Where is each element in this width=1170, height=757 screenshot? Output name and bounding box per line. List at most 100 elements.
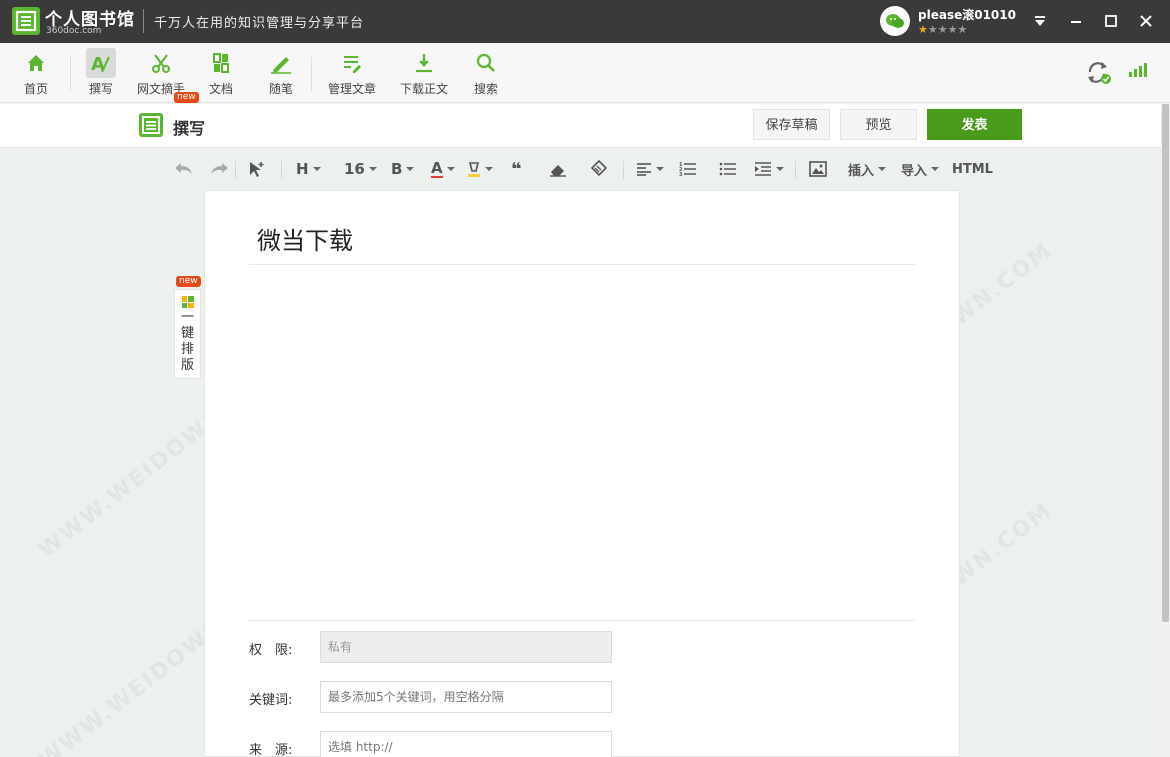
highlight-dropdown[interactable] — [467, 157, 493, 181]
chevron-down-icon — [656, 167, 664, 171]
html-button[interactable]: HTML — [952, 157, 993, 181]
star-icon: ★ — [957, 23, 968, 36]
format-divider — [235, 161, 236, 179]
main-toolbar: 首页 A 撰写 网文摘手 new 文档 随笔 管理文章 下载正文 搜索 — [0, 43, 1170, 103]
maximize-icon[interactable] — [1101, 11, 1121, 31]
format-divider — [795, 161, 796, 179]
format-painter-icon[interactable] — [589, 157, 607, 181]
typeset-icon — [181, 296, 194, 308]
toolbar-label: 下载正文 — [399, 82, 448, 96]
chevron-down-icon — [446, 167, 455, 171]
menu-dropdown-icon[interactable] — [1030, 11, 1050, 31]
font-size-dropdown[interactable]: 16 — [344, 157, 377, 181]
page-title: 撰写 — [173, 119, 206, 138]
preview-button[interactable]: 预览 — [840, 109, 917, 140]
minimize-icon[interactable] — [1066, 11, 1086, 31]
insert-dropdown[interactable]: 插入 — [848, 157, 887, 181]
chevron-down-icon — [485, 167, 493, 171]
redo-icon[interactable] — [209, 157, 229, 181]
chevron-down-icon — [368, 167, 377, 171]
chevron-down-icon — [312, 167, 321, 171]
eraser-icon[interactable] — [549, 157, 567, 181]
star-icon: ★ — [937, 23, 948, 36]
document-title[interactable]: 微当下载 — [257, 221, 353, 256]
save-draft-button[interactable]: 保存草稿 — [753, 109, 830, 140]
toolbar-label: 随笔 — [268, 82, 293, 96]
signal-strength-icon — [1128, 62, 1148, 81]
format-toolbar: H 16 B A ❝ 123 插入 导入 HTML — [0, 150, 1161, 311]
indent-dropdown[interactable] — [754, 157, 784, 181]
home-icon — [21, 48, 51, 78]
scissors-icon — [146, 48, 176, 78]
publish-button[interactable]: 发表 — [927, 109, 1022, 140]
close-icon[interactable] — [1136, 11, 1156, 31]
source-label: 来 源: — [249, 743, 293, 757]
sync-icon[interactable] — [1086, 60, 1114, 89]
font-color-dropdown[interactable]: A — [431, 157, 455, 181]
image-icon[interactable] — [809, 157, 827, 181]
align-left-icon — [637, 163, 651, 176]
permission-field[interactable]: 私有 — [320, 631, 612, 663]
manage-articles-icon — [337, 48, 367, 78]
svg-text:3: 3 — [679, 172, 683, 177]
toolbar-document-button[interactable]: 文档 — [191, 48, 251, 98]
keywords-label: 关键词: — [249, 693, 293, 708]
source-input[interactable]: 选填 http:// — [320, 731, 612, 757]
chevron-down-icon — [931, 167, 940, 171]
star-icon: ★ — [918, 23, 928, 36]
one-click-typeset-label: 一键排版 — [180, 310, 194, 373]
align-dropdown[interactable] — [636, 157, 664, 181]
write-icon: A — [86, 48, 116, 78]
undo-icon[interactable] — [174, 157, 194, 181]
unordered-list-icon[interactable] — [719, 157, 737, 181]
user-rating: ★★★★★ — [918, 23, 967, 36]
toolbar-home-button[interactable]: 首页 — [6, 48, 66, 98]
username[interactable]: please滚01010 — [918, 6, 1016, 23]
star-icon: ★ — [947, 23, 958, 36]
document-icon — [206, 48, 236, 78]
quote-icon[interactable]: ❝ — [511, 157, 522, 181]
toolbar-label: 撰写 — [88, 82, 113, 96]
ordered-list-icon[interactable]: 123 — [679, 157, 697, 181]
write-header: 撰写 保存草稿 预览 发表 — [0, 104, 1161, 148]
search-icon — [471, 48, 501, 78]
body-divider — [249, 620, 915, 621]
one-click-typeset-button[interactable]: 一键排版 — [174, 289, 201, 379]
indent-icon — [755, 162, 771, 176]
toolbar-write-button[interactable]: A 撰写 — [71, 48, 131, 98]
scrollbar-thumb[interactable] — [1162, 104, 1169, 622]
highlighter-icon — [468, 162, 480, 177]
toolbar-divider — [311, 57, 312, 91]
import-label: 导入 — [901, 163, 928, 179]
font-size-value: 16 — [344, 160, 365, 178]
format-divider — [281, 161, 282, 179]
permission-label: 权 限: — [249, 643, 293, 658]
toolbar-clipper-button[interactable]: 网文摘手 — [131, 48, 191, 98]
chevron-down-icon — [776, 167, 784, 171]
app-slogan: 千万人在用的知识管理与分享平台 — [154, 16, 365, 31]
title-divider — [143, 9, 144, 33]
title-divider — [249, 264, 915, 265]
toolbar-label: 首页 — [23, 82, 48, 96]
write-logo-icon — [139, 113, 163, 137]
import-dropdown[interactable]: 导入 — [901, 157, 940, 181]
toolbar-notes-button[interactable]: 随笔 — [251, 48, 311, 98]
select-cursor-icon[interactable] — [248, 157, 266, 181]
pen-icon — [266, 48, 296, 78]
toolbar-search-button[interactable]: 搜索 — [456, 48, 516, 98]
font-color-icon: A — [431, 159, 443, 178]
title-bar: 个人图书馆 360doc.com 千万人在用的知识管理与分享平台 please滚… — [0, 0, 1170, 43]
toolbar-download-button[interactable]: 下载正文 — [394, 48, 454, 98]
bold-dropdown[interactable]: B — [391, 157, 415, 181]
toolbar-label: 文档 — [208, 82, 233, 96]
heading-dropdown[interactable]: H — [296, 157, 321, 181]
download-icon — [409, 48, 439, 78]
keywords-input[interactable]: 最多添加5个关键词，用空格分隔 — [320, 681, 612, 713]
toolbar-label: 搜索 — [473, 82, 498, 96]
heading-icon: H — [296, 160, 309, 178]
user-avatar[interactable] — [880, 6, 910, 36]
toolbar-manage-articles-button[interactable]: 管理文章 — [322, 48, 382, 98]
app-logo-icon — [12, 7, 40, 35]
editor-paper[interactable]: 微当下载 权 限: 私有 关键词: 最多添加5个关键词，用空格分隔 来 源: 选… — [204, 190, 960, 757]
chevron-down-icon — [406, 167, 415, 171]
